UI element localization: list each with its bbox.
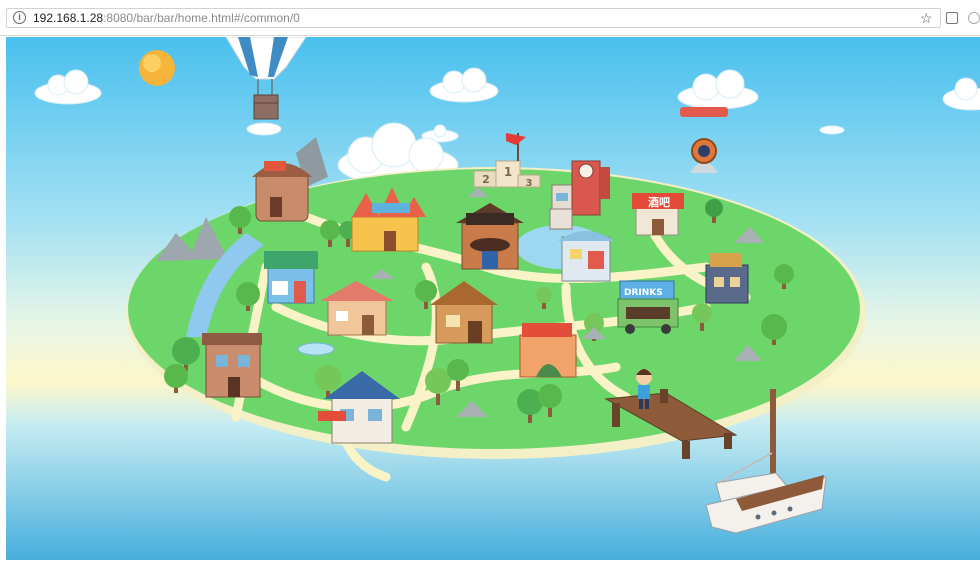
compass-icon [690,138,718,173]
podium-third-label: 3 [526,178,533,189]
building-round-shop[interactable] [558,231,614,282]
map-canvas: 2 1 3 酒吧 DRINKS [6,37,980,560]
extension-icon-2[interactable] [968,12,980,24]
fountain-icon [297,342,335,356]
url-text[interactable]: 192.168.1.28:8080/bar/bar/home.html#/com… [33,11,300,25]
game-map: 2 1 3 酒吧 DRINKS [6,37,980,560]
info-icon[interactable]: i [13,11,26,24]
red-banner [680,107,728,117]
address-bar: i 192.168.1.28:8080/bar/bar/home.html#/c… [0,0,980,36]
building-bar-shop[interactable]: 酒吧 [632,193,684,236]
bookmark-star-icon[interactable]: ☆ [920,8,933,28]
url-field[interactable]: i 192.168.1.28:8080/bar/bar/home.html#/c… [6,8,941,28]
cloud-icon [819,125,845,135]
url-host: 192.168.1.28 [33,11,104,25]
podium-first-label: 1 [504,165,512,179]
building-factory[interactable] [705,253,749,304]
cloud-icon [246,122,282,136]
building-hall[interactable] [519,323,577,378]
extension-icon[interactable] [946,12,958,24]
building-brick-house[interactable] [202,333,262,398]
building-tower-top-left[interactable] [252,161,312,222]
building-drinks-truck[interactable]: DRINKS [617,280,679,334]
podium-second-label: 2 [482,173,490,186]
drinks-sign-label: DRINKS [624,288,663,298]
sun-highlight [143,54,161,72]
bar-sign-label: 酒吧 [648,196,670,209]
url-path: :8080/bar/bar/home.html#/common/0 [103,11,300,25]
building-left-shop[interactable] [264,251,318,304]
building-small-house-right[interactable] [549,208,573,230]
